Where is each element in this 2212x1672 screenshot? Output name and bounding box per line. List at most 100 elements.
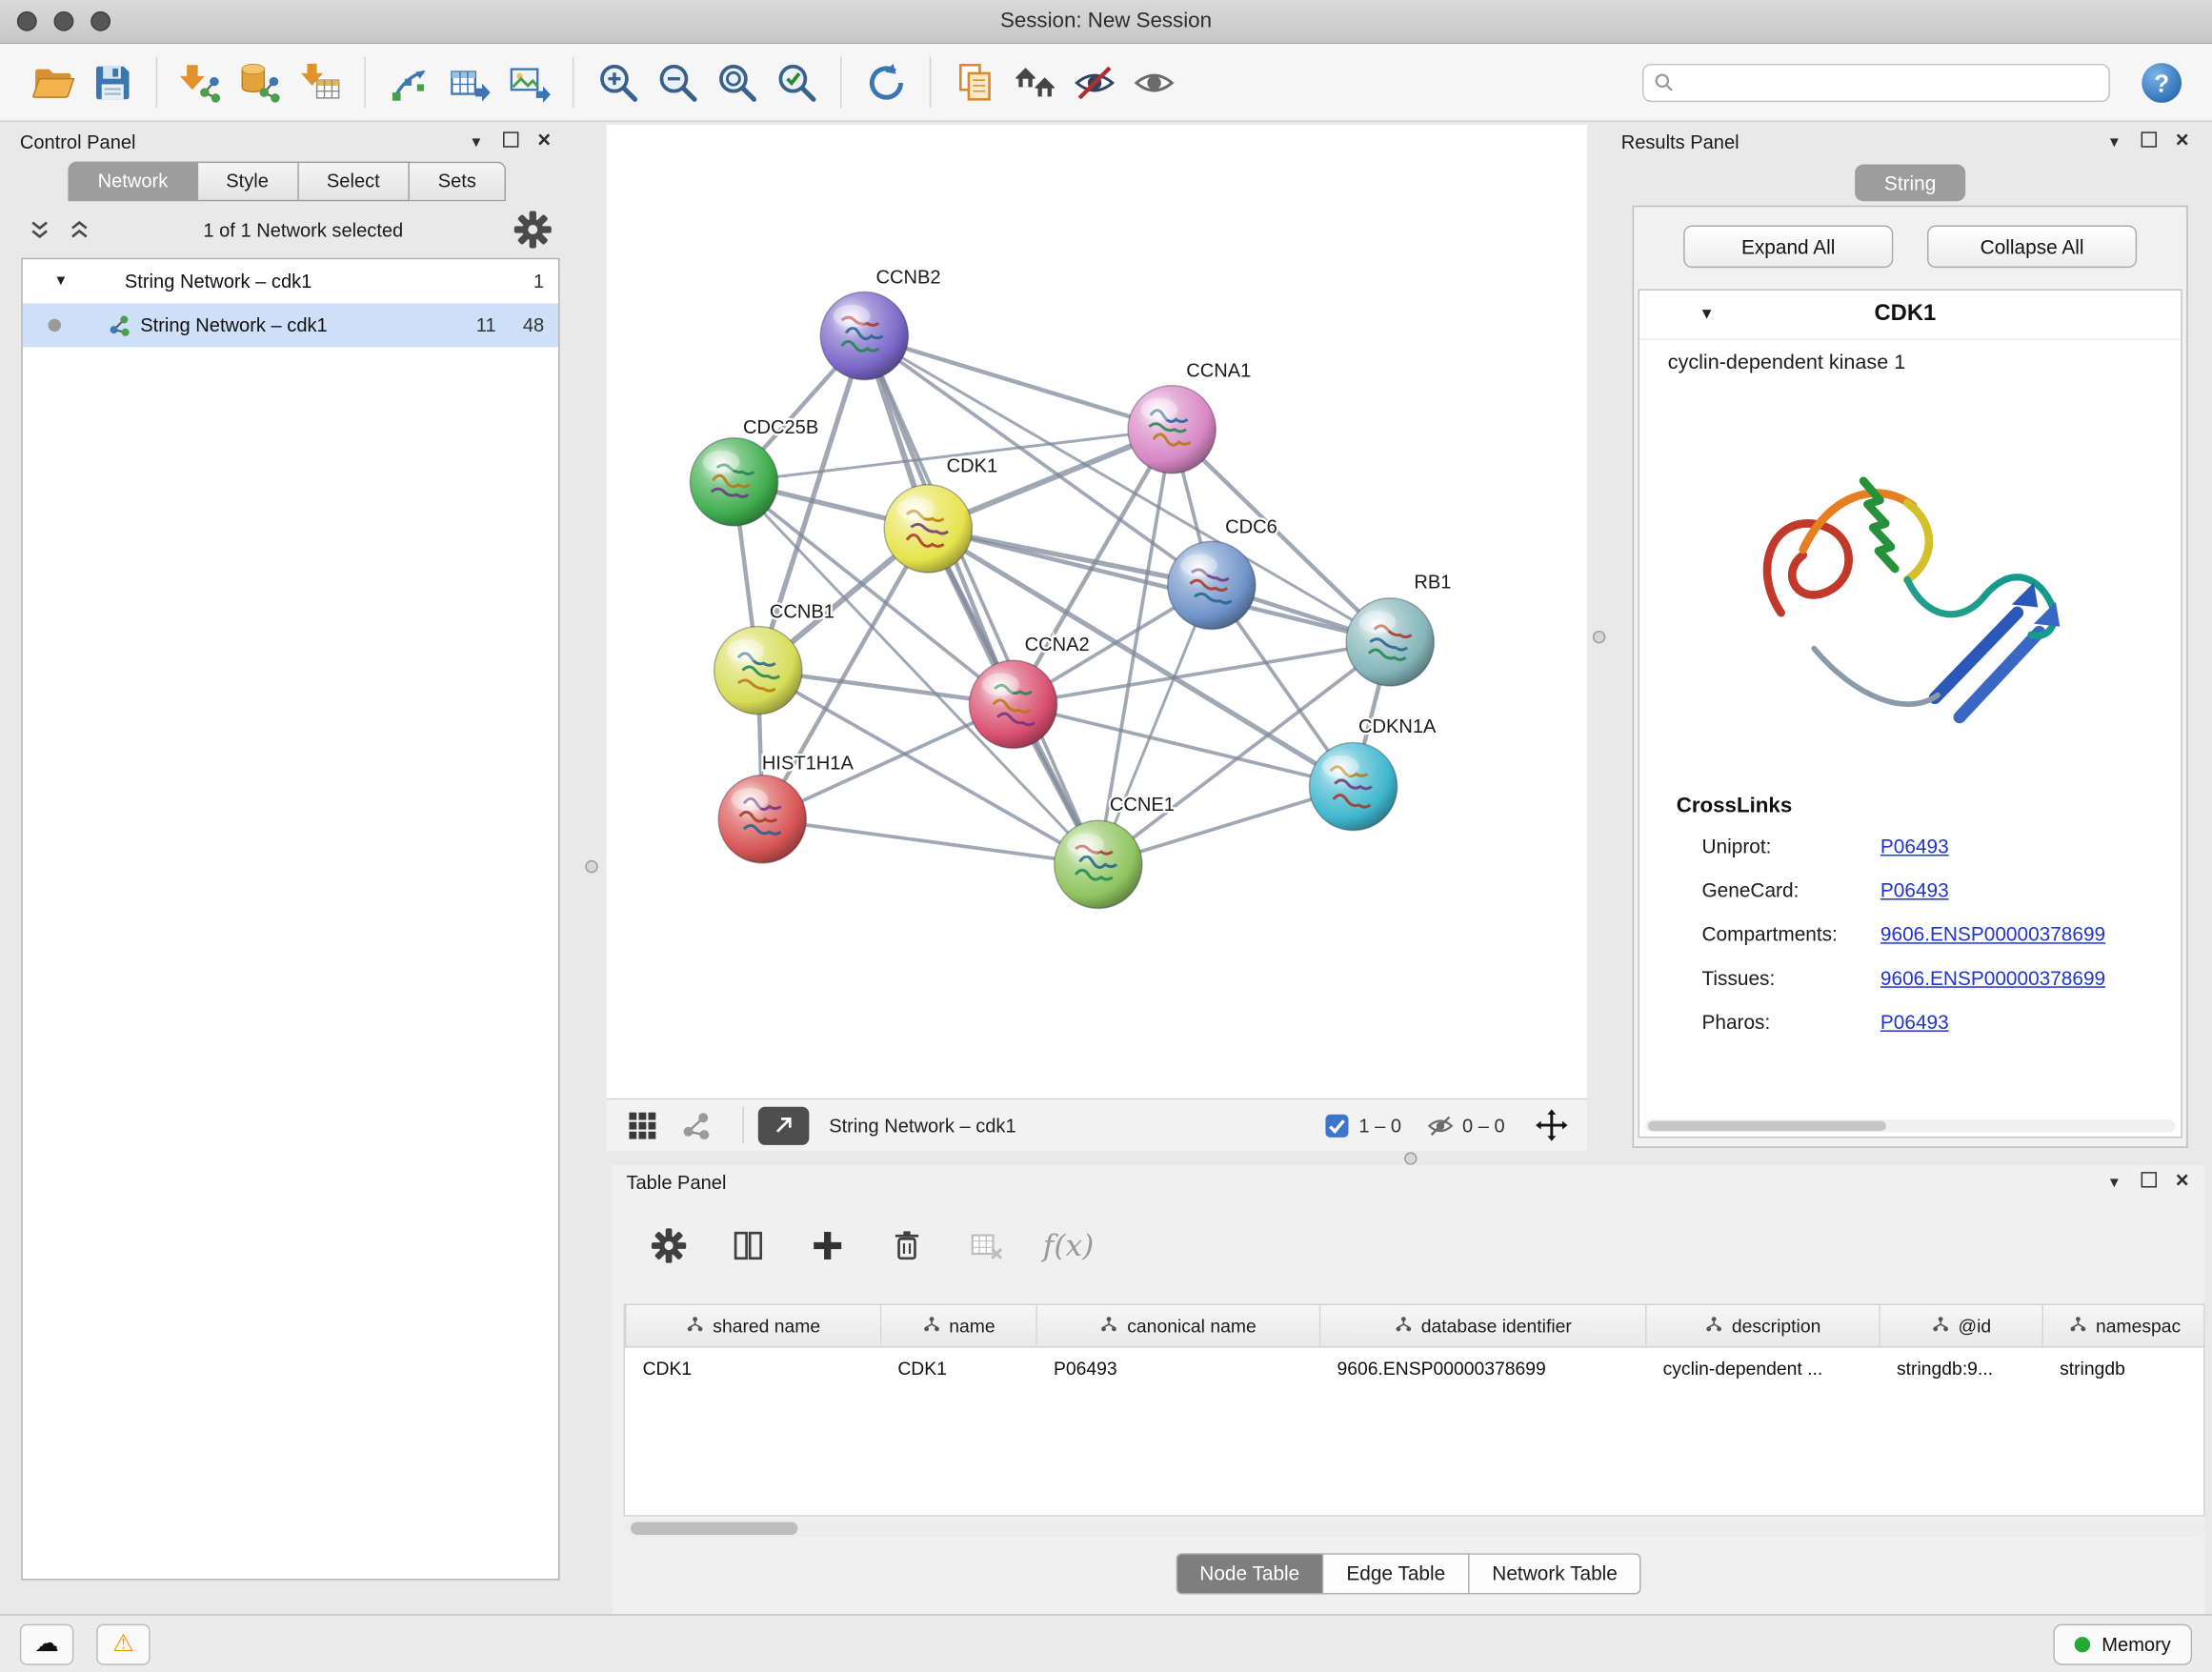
collapse-all-button[interactable]: Collapse All: [1927, 226, 2137, 269]
table-cell[interactable]: CDK1: [880, 1347, 1036, 1387]
crosslink-link[interactable]: 9606.ENSP00000378699: [1880, 966, 2105, 989]
copy-document-icon[interactable]: [945, 52, 1004, 111]
birdseye-grid-icon[interactable]: [621, 1104, 664, 1147]
table-cell[interactable]: stringdb:9...: [1880, 1347, 2042, 1387]
expand-all-button[interactable]: Expand All: [1683, 226, 1893, 269]
panel-menu-icon[interactable]: ▾: [2098, 125, 2132, 159]
close-panel-icon[interactable]: ×: [527, 125, 561, 159]
fit-content-crosshair-icon[interactable]: [1531, 1104, 1574, 1147]
crosslink-link[interactable]: 9606.ENSP00000378699: [1880, 922, 2105, 945]
tab-sets[interactable]: Sets: [410, 162, 506, 202]
network-graph[interactable]: CCNB2CCNA1CDC25BCDK1CDC6RB1CCNB1CCNA2CDK…: [607, 125, 1587, 1098]
float-panel-icon[interactable]: [2131, 1165, 2165, 1199]
network-canvas[interactable]: CCNB2CCNA1CDC25BCDK1CDC6RB1CCNB1CCNA2CDK…: [607, 125, 1587, 1098]
float-panel-icon[interactable]: [2131, 125, 2165, 159]
tab-network-table[interactable]: Network Table: [1469, 1553, 1641, 1594]
collapse-all-icon[interactable]: [26, 215, 54, 244]
help-icon[interactable]: ?: [2139, 59, 2184, 105]
hide-graphics-details-icon[interactable]: [1064, 52, 1123, 111]
tab-string[interactable]: String: [1855, 165, 1965, 202]
export-table-icon[interactable]: [439, 52, 498, 111]
expand-all-icon[interactable]: [65, 215, 93, 244]
crosslinks-list: Uniprot:P06493GeneCard:P06493Compartment…: [1639, 823, 2181, 1043]
import-network-from-database-icon[interactable]: [231, 52, 290, 111]
add-row-icon[interactable]: [805, 1223, 851, 1269]
table-cell[interactable]: P06493: [1036, 1347, 1320, 1387]
gear-icon[interactable]: [646, 1223, 692, 1269]
tab-network[interactable]: Network: [68, 162, 197, 202]
float-panel-icon[interactable]: [493, 125, 528, 159]
crosslink-link[interactable]: P06493: [1880, 834, 1949, 856]
save-session-icon[interactable]: [82, 52, 141, 111]
network-share-icon[interactable]: [674, 1104, 717, 1147]
open-in-window-button[interactable]: [758, 1106, 810, 1144]
export-image-icon[interactable]: [499, 52, 558, 111]
svg-text:CDK1: CDK1: [947, 455, 998, 476]
crosslink-link[interactable]: P06493: [1880, 1010, 1949, 1033]
search-input[interactable]: [1642, 63, 2110, 101]
import-table-icon[interactable]: [291, 52, 350, 111]
table-cell[interactable]: 9606.ENSP00000378699: [1320, 1347, 1646, 1387]
tab-style[interactable]: Style: [198, 162, 299, 202]
current-network-name: String Network – cdk1: [829, 1115, 1323, 1136]
tab-select[interactable]: Select: [298, 162, 410, 202]
search-icon: [1654, 71, 1675, 92]
delete-icon[interactable]: [884, 1223, 930, 1269]
table-row[interactable]: CDK1CDK1P064939606.ENSP00000378699cyclin…: [626, 1347, 2205, 1387]
open-session-icon[interactable]: [23, 52, 82, 111]
crosslink-label: GeneCard:: [1701, 878, 1880, 901]
scrollbar-thumb[interactable]: [631, 1522, 798, 1535]
toolbar-separator: [742, 1107, 743, 1144]
cybrowser-icon[interactable]: [1005, 52, 1064, 111]
left-splitter-handle[interactable]: [585, 860, 597, 873]
column-header[interactable]: @id: [1880, 1305, 2042, 1347]
network-row[interactable]: String Network – cdk1 11 48: [23, 303, 558, 347]
toolbar-separator: [930, 57, 931, 109]
insert-column-icon[interactable]: [726, 1223, 772, 1269]
show-graphics-details-icon[interactable]: [1124, 52, 1183, 111]
protein-header-row[interactable]: ▼ CDK1: [1639, 291, 2181, 340]
tab-edge-table[interactable]: Edge Table: [1324, 1553, 1470, 1594]
table-cell[interactable]: cyclin-dependent ...: [1646, 1347, 1880, 1387]
scrollbar-thumb[interactable]: [1648, 1121, 1886, 1131]
close-panel-icon[interactable]: ×: [2165, 125, 2200, 159]
column-header[interactable]: canonical name: [1036, 1305, 1320, 1347]
network-collection-row[interactable]: ▼ String Network – cdk1 1: [23, 259, 558, 303]
close-panel-icon[interactable]: ×: [2165, 1165, 2200, 1199]
column-header[interactable]: name: [880, 1305, 1036, 1347]
table-cell[interactable]: stringdb: [2042, 1347, 2204, 1387]
bottom-splitter-handle[interactable]: [1404, 1152, 1417, 1164]
svg-text:CCNB2: CCNB2: [875, 268, 940, 289]
zoom-selected-icon[interactable]: [767, 52, 826, 111]
horizontal-scrollbar[interactable]: [1645, 1119, 2175, 1132]
hidden-eye-icon[interactable]: [1427, 1112, 1454, 1138]
panel-menu-icon[interactable]: ▾: [2098, 1165, 2132, 1199]
gear-icon[interactable]: [513, 210, 553, 250]
column-header[interactable]: namespac: [2042, 1305, 2204, 1347]
selected-checkbox-icon[interactable]: [1323, 1112, 1350, 1138]
svg-text:HIST1H1A: HIST1H1A: [762, 754, 855, 775]
panel-menu-icon[interactable]: ▾: [459, 125, 493, 159]
zoom-in-icon[interactable]: [588, 52, 647, 111]
column-header-label: description: [1732, 1315, 1821, 1336]
table-toolbar: f(x): [626, 1210, 1094, 1280]
right-splitter-handle[interactable]: [1593, 631, 1605, 643]
import-network-from-file-icon[interactable]: [171, 52, 231, 111]
memory-button[interactable]: Memory: [2054, 1623, 2192, 1664]
table-cell[interactable]: CDK1: [626, 1347, 881, 1387]
crosslinks-title: CrossLinks: [1677, 794, 2182, 817]
column-header[interactable]: description: [1646, 1305, 1880, 1347]
new-network-from-selection-icon[interactable]: [380, 52, 439, 111]
crosslink-link[interactable]: P06493: [1880, 878, 1949, 901]
cloud-icon[interactable]: ☁: [20, 1623, 74, 1664]
table-horizontal-scrollbar[interactable]: [624, 1520, 2205, 1538]
zoom-fit-icon[interactable]: [707, 52, 766, 111]
zoom-out-icon[interactable]: [648, 52, 707, 111]
tree-expander-icon[interactable]: ▼: [54, 273, 74, 289]
column-header[interactable]: database identifier: [1320, 1305, 1646, 1347]
warning-icon[interactable]: ⚠: [96, 1623, 151, 1664]
apply-layout-icon[interactable]: [855, 52, 915, 111]
collapse-section-icon[interactable]: ▼: [1699, 306, 1715, 323]
tab-node-table[interactable]: Node Table: [1176, 1553, 1324, 1594]
column-header[interactable]: shared name: [626, 1305, 881, 1347]
